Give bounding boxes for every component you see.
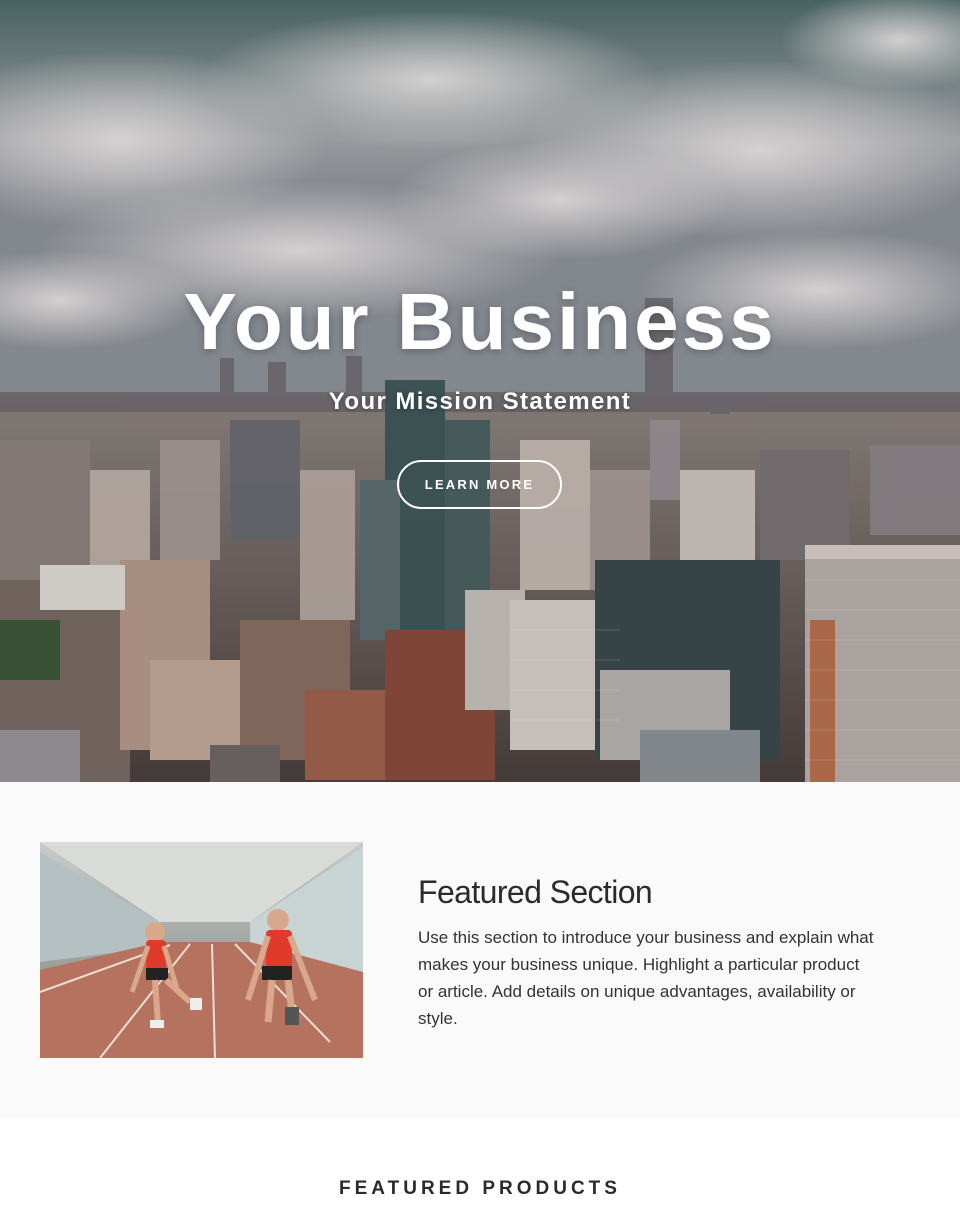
learn-more-button[interactable]: LEARN MORE (397, 460, 562, 509)
runners-image (40, 842, 363, 1058)
featured-section-body: Use this section to introduce your busin… (418, 928, 874, 1028)
featured-section-title: Featured Section (418, 874, 653, 910)
featured-section: Featured Section Use this section to int… (0, 782, 960, 1118)
hero-subtitle: Your Mission Statement (328, 388, 632, 415)
featured-products-heading: FEATURED PRODUCTS (339, 1178, 621, 1199)
featured-products-section: FEATURED PRODUCTS (0, 1118, 960, 1232)
hero-title: Your Business (183, 277, 777, 366)
hero-banner: Your Business Your Mission Statement LEA… (0, 0, 960, 782)
featured-image (40, 842, 363, 1058)
